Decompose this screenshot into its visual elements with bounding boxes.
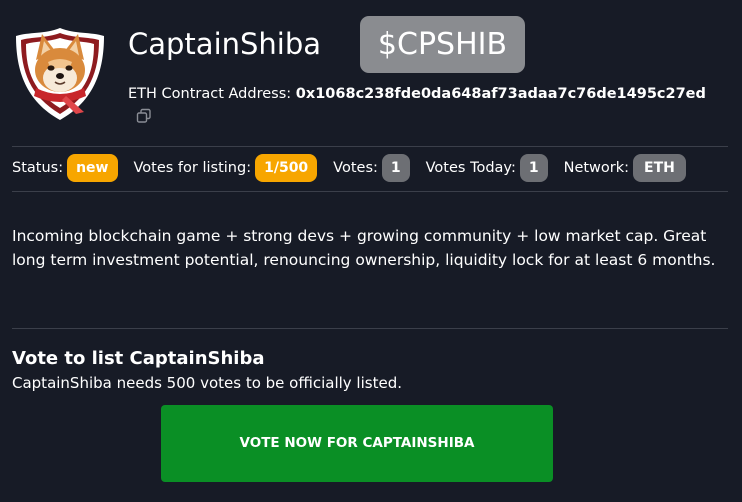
copy-icon[interactable] — [136, 108, 152, 124]
network-badge: ETH — [633, 154, 686, 182]
votes-for-listing-label: Votes for listing: — [133, 160, 252, 176]
contract-address-label: ETH Contract Address: — [128, 86, 292, 102]
network-label: Network: — [563, 160, 630, 176]
votes-label: Votes: — [333, 160, 378, 176]
votes-today-label: Votes Today: — [425, 160, 516, 176]
vote-subtext: CaptainShiba needs 500 votes to be offic… — [12, 374, 402, 392]
status-label: Status: — [12, 160, 64, 176]
shiba-shield-logo — [14, 26, 106, 122]
ticker-badge: $CPSHIB — [360, 16, 525, 73]
divider — [12, 328, 728, 329]
votes-for-listing-badge: 1/500 — [255, 154, 318, 182]
divider — [12, 146, 728, 147]
vote-now-button[interactable]: VOTE NOW FOR CAPTAINSHIBA — [161, 405, 553, 482]
token-name: CaptainShiba — [128, 27, 322, 61]
divider — [12, 191, 728, 192]
stats-row: Status: new Votes for listing: 1/500 Vot… — [12, 153, 686, 183]
votes-badge: 1 — [381, 154, 410, 182]
token-description: Incoming blockchain game + strong devs +… — [12, 227, 716, 269]
votes-today-badge: 1 — [519, 154, 548, 182]
vote-heading: Vote to list CaptainShiba — [12, 348, 265, 369]
contract-address-value[interactable]: 0x1068c238fde0da648af73adaa7c76de1495c27… — [296, 86, 706, 102]
contract-address-row: ETH Contract Address: 0x1068c238fde0da64… — [128, 84, 706, 104]
token-header: CaptainShiba $CPSHIB ETH Contract Addres… — [0, 0, 742, 140]
status-badge: new — [67, 154, 118, 182]
